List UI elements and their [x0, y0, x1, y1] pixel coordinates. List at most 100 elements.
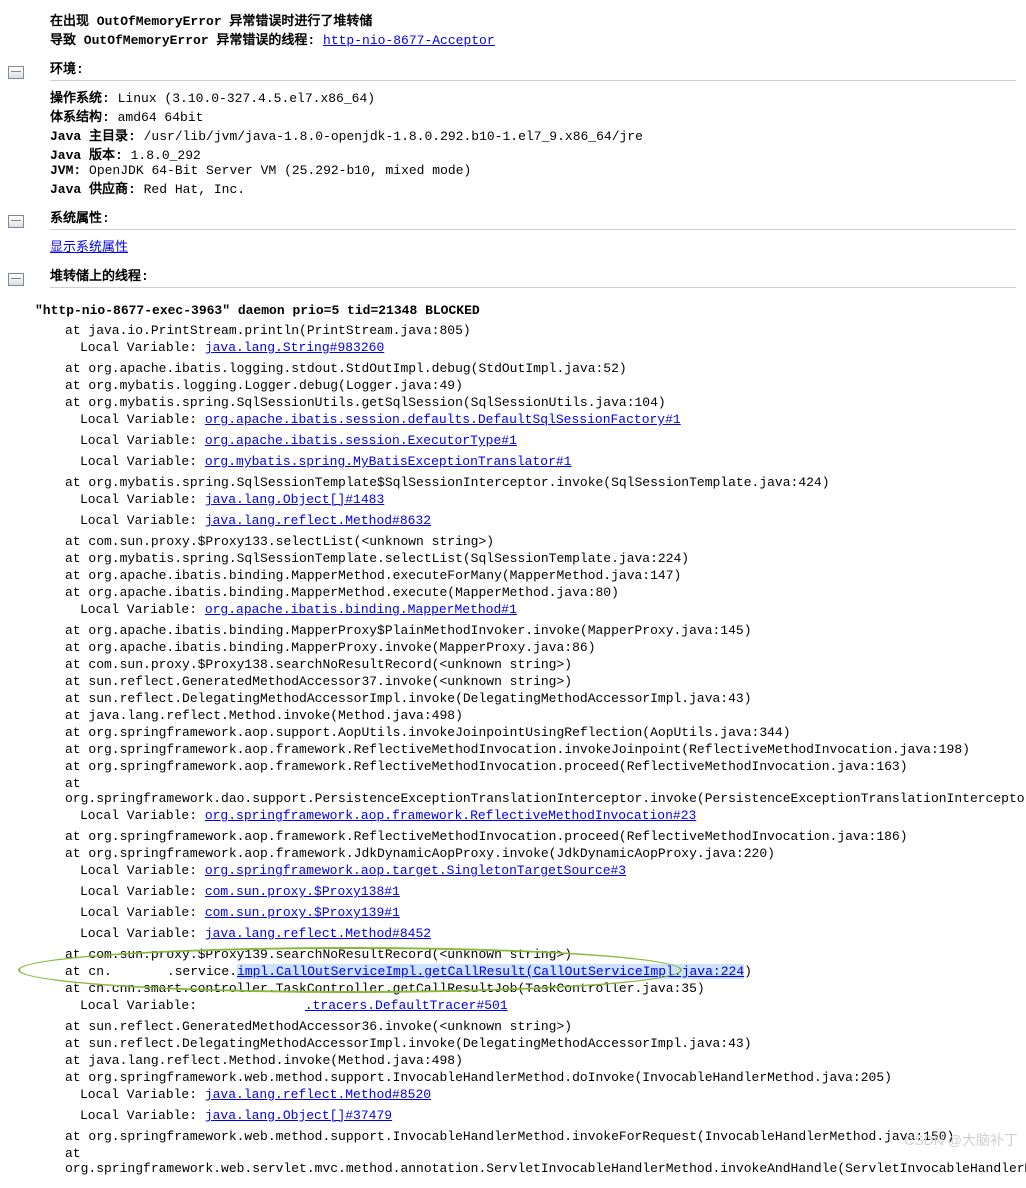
local-var-link[interactable]: java.lang.String#983260	[205, 340, 384, 355]
javaver-label: Java 版本:	[50, 148, 123, 163]
lv: Local Variable:	[80, 884, 205, 899]
at: at	[65, 1146, 81, 1161]
at: at	[65, 568, 88, 583]
frame: org.apache.ibatis.logging.stdout.StdOutI…	[88, 361, 626, 376]
at: at	[65, 691, 88, 706]
lv: Local Variable:	[80, 998, 205, 1013]
frame: sun.reflect.GeneratedMethodAccessor36.in…	[88, 1019, 572, 1034]
local-var-link[interactable]: java.lang.reflect.Method#8632	[205, 513, 431, 528]
frame: org.apache.ibatis.binding.MapperProxy.in…	[88, 640, 595, 655]
local-var-link[interactable]: java.lang.reflect.Method#8520	[205, 1087, 431, 1102]
at: at	[65, 1053, 88, 1068]
frame: org.mybatis.spring.SqlSessionUtils.getSq…	[88, 395, 665, 410]
vendor-label: Java 供应商:	[50, 182, 136, 197]
jvm-value: OpenJDK 64-Bit Server VM (25.292-b10, mi…	[89, 163, 471, 178]
frame: org.mybatis.logging.Logger.debug(Logger.…	[88, 378, 462, 393]
at: at	[65, 981, 88, 996]
at: at	[65, 708, 88, 723]
os-value: Linux (3.10.0-327.4.5.el7.x86_64)	[118, 91, 375, 106]
arch-value: amd64 64bit	[118, 110, 204, 125]
arch-label: 体系结构:	[50, 110, 110, 125]
at: at	[65, 1070, 88, 1085]
at: at	[65, 742, 88, 757]
at: at	[65, 964, 88, 979]
lv: Local Variable:	[80, 808, 205, 823]
frame-link-highlighted[interactable]: impl.CallOutServiceImpl.getCallResult(Ca…	[237, 964, 744, 979]
at: at	[65, 829, 88, 844]
frame: org.springframework.dao.support.Persiste…	[65, 791, 1026, 806]
at: at	[65, 378, 88, 393]
oom-thread-label: 导致 OutOfMemoryError 异常错误的线程:	[50, 33, 323, 48]
oom-heading: 在出现 OutOfMemoryError 异常错误时进行了堆转储	[50, 10, 1016, 29]
local-var-link[interactable]: org.apache.ibatis.session.ExecutorType#1	[205, 433, 517, 448]
local-var-link[interactable]: java.lang.Object[]#37479	[205, 1108, 392, 1123]
javahome-label: Java 主目录:	[50, 129, 136, 144]
lv: Local Variable:	[80, 905, 205, 920]
at: at	[65, 323, 88, 338]
local-var-link[interactable]: com.sun.proxy.$Proxy138#1	[205, 884, 400, 899]
lv: Local Variable:	[80, 1087, 205, 1102]
local-var-link[interactable]: org.mybatis.spring.MyBatisExceptionTrans…	[205, 454, 572, 469]
lv: Local Variable:	[80, 412, 205, 427]
local-var-link[interactable]: org.springframework.aop.framework.Reflec…	[205, 808, 696, 823]
local-var-link[interactable]: .tracers.DefaultTracer#501	[205, 998, 508, 1013]
frame: com.sun.proxy.$Proxy138.searchNoResultRe…	[88, 657, 572, 672]
at: at	[65, 1036, 88, 1051]
at: at	[65, 1129, 88, 1144]
at: at	[65, 674, 88, 689]
lv: Local Variable:	[80, 454, 205, 469]
frame: java.lang.reflect.Method.invoke(Method.j…	[88, 1053, 462, 1068]
at: at	[65, 947, 88, 962]
oom-thread-link[interactable]: http-nio-8677-Acceptor	[323, 33, 495, 48]
at: at	[65, 657, 88, 672]
thread-header: "http-nio-8677-exec-3963" daemon prio=5 …	[35, 303, 1016, 318]
frame-redacted: .service.	[167, 964, 237, 979]
local-var-link[interactable]: org.apache.ibatis.session.defaults.Defau…	[205, 412, 681, 427]
lv: Local Variable:	[80, 513, 205, 528]
frame: org.mybatis.spring.SqlSessionTemplate.se…	[88, 551, 689, 566]
env-title: 环境:	[50, 58, 1016, 81]
watermark: CSDN @大脑补丁	[904, 1130, 1018, 1150]
at: at	[65, 361, 88, 376]
show-sysprops-link[interactable]: 显示系统属性	[50, 240, 128, 255]
local-var-link[interactable]: com.sun.proxy.$Proxy139#1	[205, 905, 400, 920]
section-icon	[8, 66, 24, 79]
frame: cn.cnn.smart.controller.TaskController.g…	[88, 981, 704, 996]
at: at	[65, 395, 88, 410]
frame: sun.reflect.DelegatingMethodAccessorImpl…	[88, 691, 751, 706]
at: at	[65, 759, 88, 774]
vendor-value: Red Hat, Inc.	[144, 182, 245, 197]
lv: Local Variable:	[80, 602, 205, 617]
local-var-link[interactable]: org.apache.ibatis.binding.MapperMethod#1	[205, 602, 517, 617]
sysprop-title: 系统属性:	[50, 207, 1016, 230]
frame: org.springframework.aop.framework.Reflec…	[88, 829, 907, 844]
lv: Local Variable:	[80, 340, 205, 355]
jvm-label: JVM:	[50, 163, 81, 178]
lv: Local Variable:	[80, 863, 205, 878]
at: at	[65, 640, 88, 655]
frame: org.apache.ibatis.binding.MapperMethod.e…	[88, 568, 681, 583]
at: at	[65, 776, 81, 791]
os-label: 操作系统:	[50, 91, 110, 106]
section-icon	[8, 215, 24, 228]
frame: org.springframework.aop.framework.Reflec…	[88, 742, 970, 757]
frame: com.sun.proxy.$Proxy139.searchNoResultRe…	[88, 947, 572, 962]
frame: sun.reflect.DelegatingMethodAccessorImpl…	[88, 1036, 751, 1051]
lv: Local Variable:	[80, 433, 205, 448]
frame-redacted: cn.	[88, 964, 111, 979]
at: at	[65, 551, 88, 566]
lv: Local Variable:	[80, 1108, 205, 1123]
frame: java.io.PrintStream.println(PrintStream.…	[88, 323, 470, 338]
local-var-link[interactable]: java.lang.reflect.Method#8452	[205, 926, 431, 941]
threads-title: 堆转储上的线程:	[50, 265, 1016, 288]
at: at	[65, 725, 88, 740]
local-var-link[interactable]: java.lang.Object[]#1483	[205, 492, 384, 507]
frame: org.springframework.web.servlet.mvc.meth…	[65, 1161, 1026, 1176]
local-var-link[interactable]: org.springframework.aop.target.Singleton…	[205, 863, 626, 878]
at: at	[65, 623, 88, 638]
frame: org.springframework.aop.framework.Reflec…	[88, 759, 907, 774]
frame: org.springframework.web.method.support.I…	[88, 1070, 892, 1085]
frame: org.apache.ibatis.binding.MapperMethod.e…	[88, 585, 619, 600]
lv: Local Variable:	[80, 926, 205, 941]
frame: org.springframework.aop.support.AopUtils…	[88, 725, 790, 740]
